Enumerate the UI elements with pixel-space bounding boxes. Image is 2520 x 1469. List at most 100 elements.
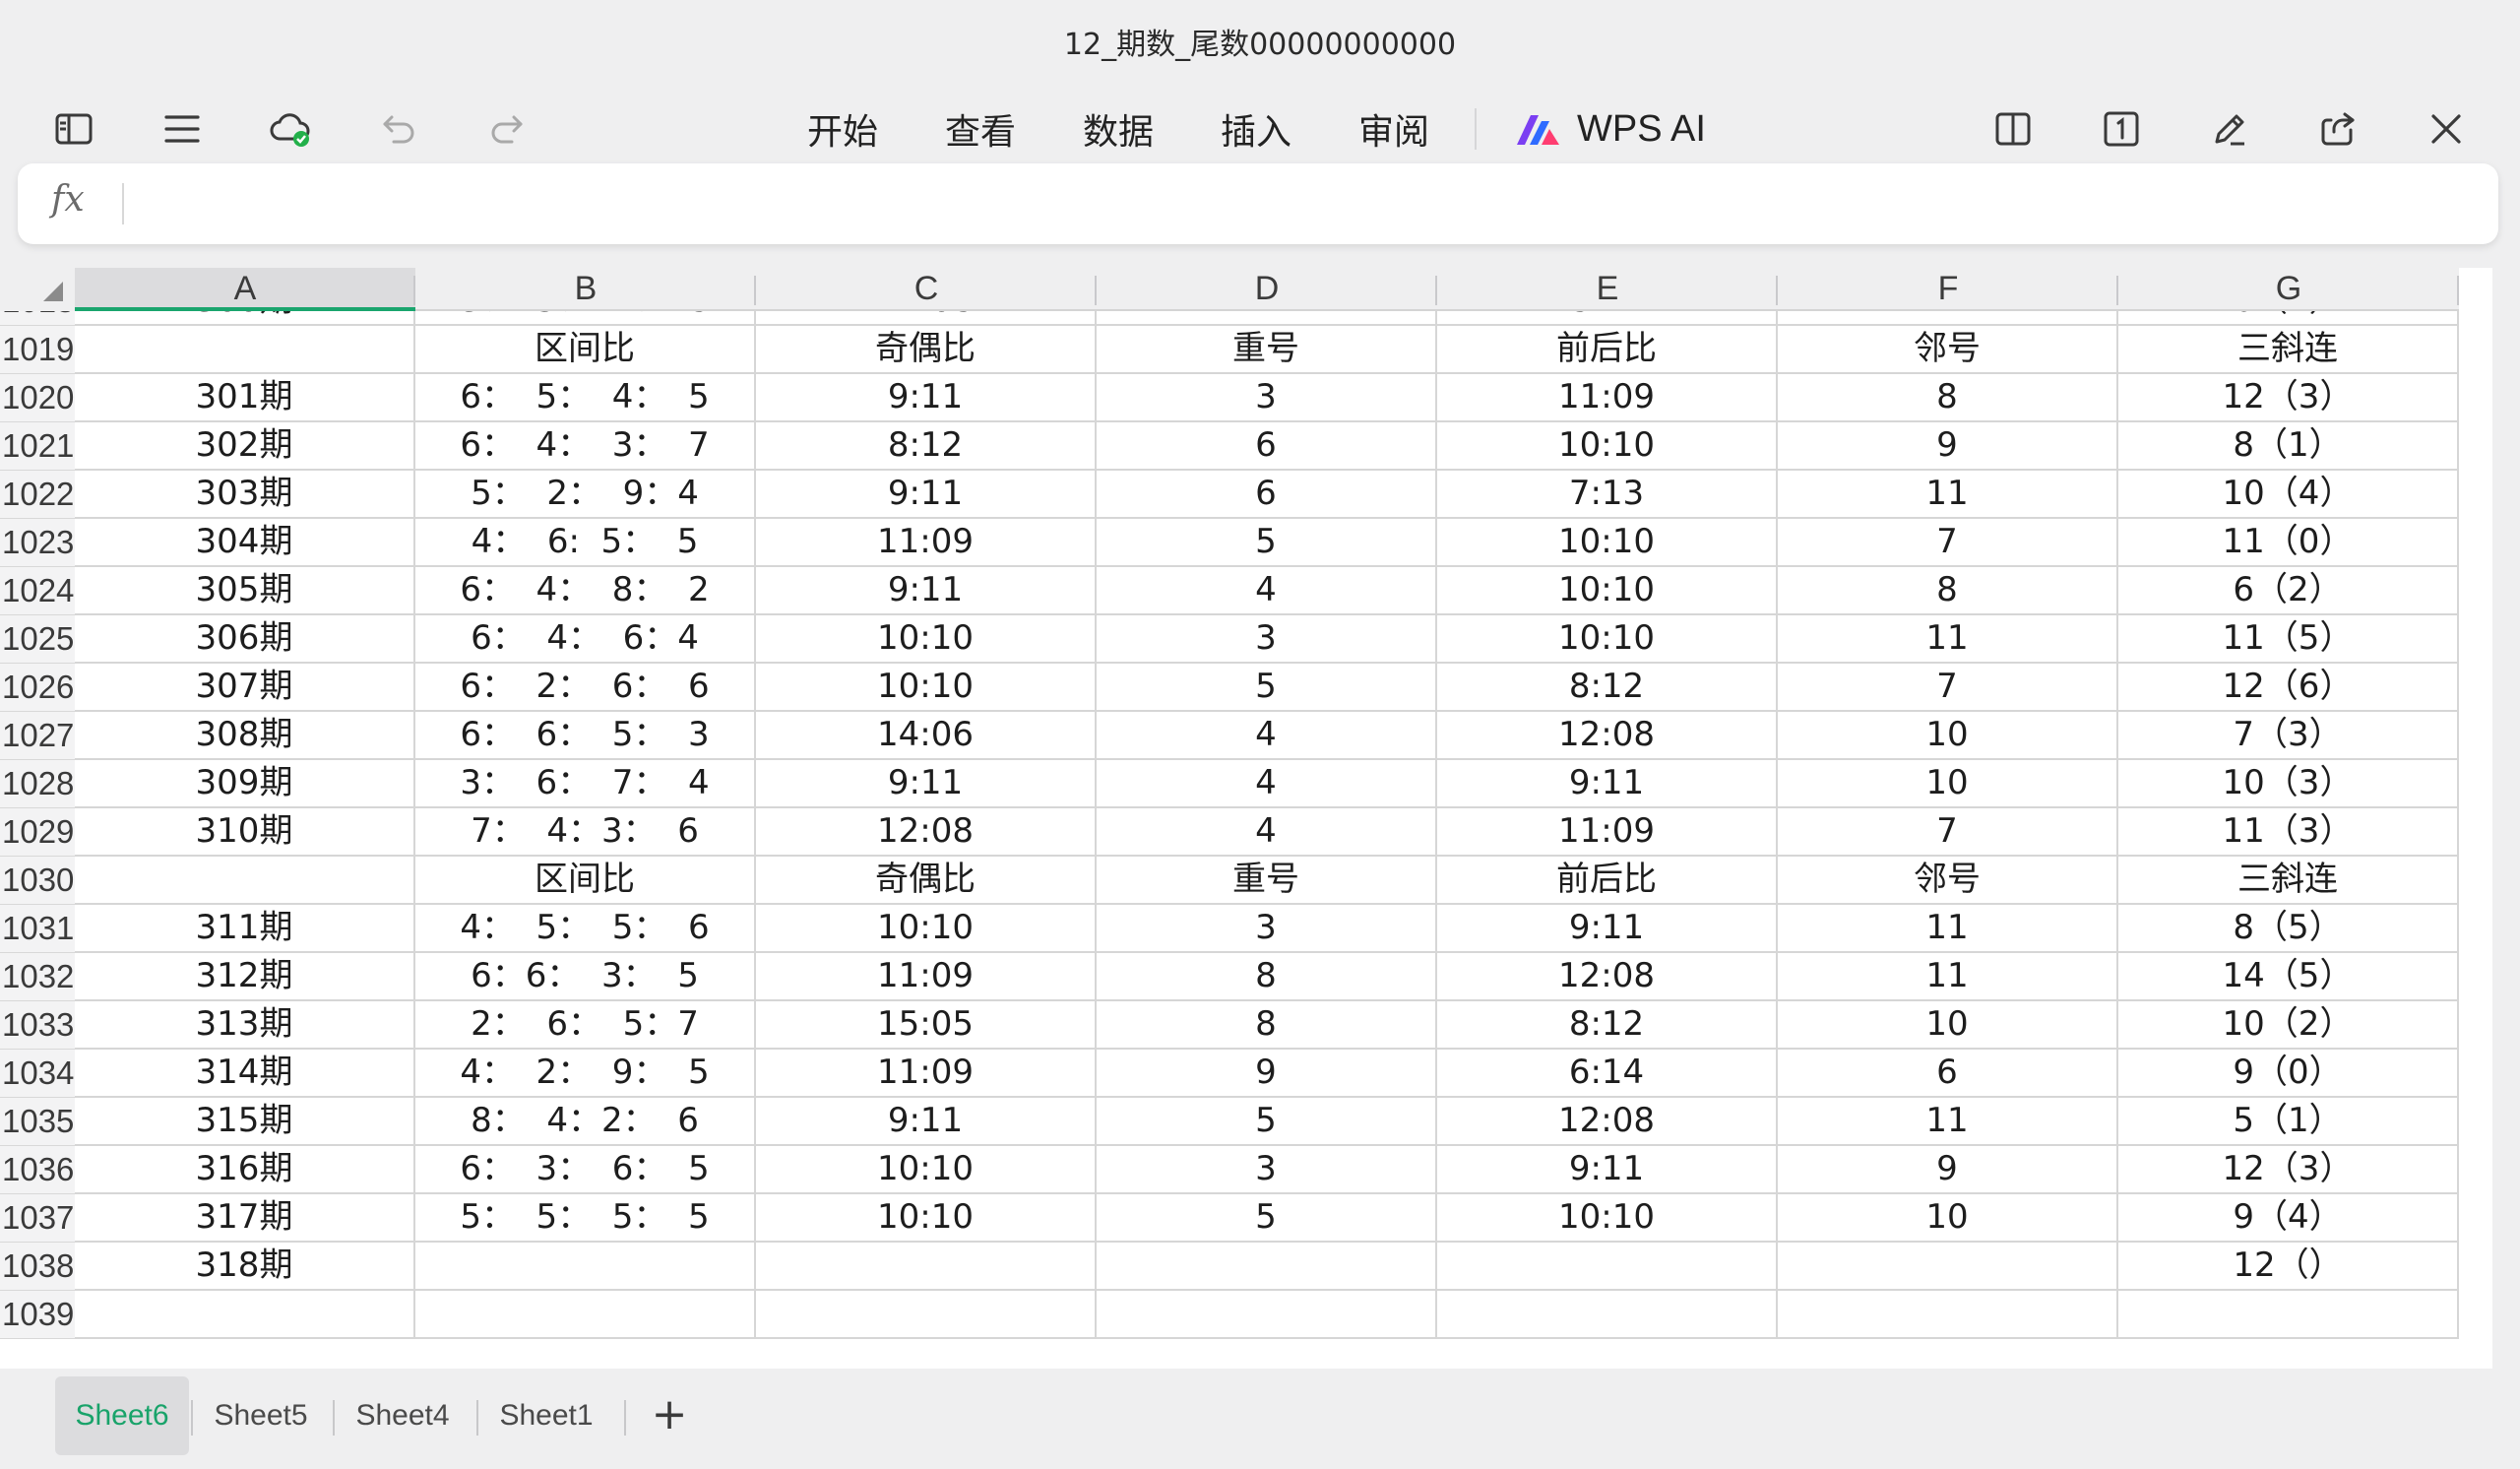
cell-f[interactable]: 10 (1778, 1194, 2118, 1243)
cell-f[interactable]: 10 (1778, 760, 2118, 808)
cell-a[interactable]: 303期 (75, 471, 415, 519)
cell-e[interactable]: 7:13 (1437, 471, 1778, 519)
row-header[interactable]: 1036 (0, 1146, 75, 1194)
cell-a[interactable]: 309期 (75, 760, 415, 808)
cell-a[interactable]: 315期 (75, 1098, 415, 1146)
menu-review[interactable]: 审阅 (1358, 95, 1429, 163)
cell-c[interactable]: 10:10 (756, 615, 1097, 664)
cell-b[interactable]: 6：6： 3： 5 (415, 953, 756, 1001)
cell-f[interactable]: 邻号 (1778, 326, 2118, 374)
cell-c[interactable]: 奇偶比 (756, 857, 1097, 905)
cell-g[interactable]: 7（3） (2118, 712, 2459, 760)
cell-b[interactable]: 8： 4：2： 6 (415, 1098, 756, 1146)
column-header-c[interactable]: C (756, 268, 1097, 311)
undo-icon[interactable] (364, 95, 433, 163)
close-icon[interactable] (2412, 95, 2481, 163)
cell-b[interactable]: 区间比 (415, 326, 756, 374)
cell-a[interactable]: 301期 (75, 374, 415, 422)
cell-e[interactable] (1437, 1291, 1778, 1339)
cell-c[interactable]: 9:11 (756, 471, 1097, 519)
sheet-tab-sheet5[interactable]: Sheet5 (197, 1376, 325, 1455)
row-header[interactable]: 1034 (0, 1050, 75, 1098)
cell-d[interactable] (1097, 1243, 1437, 1291)
cell-e[interactable]: 9:11 (1437, 1146, 1778, 1194)
cell-d[interactable]: 9 (1097, 1050, 1437, 1098)
row-header[interactable]: 1037 (0, 1194, 75, 1243)
cell-f[interactable] (1778, 1291, 2118, 1339)
row-header[interactable]: 1019 (0, 326, 75, 374)
cell-g[interactable]: 9（4） (2118, 1194, 2459, 1243)
cell-d[interactable]: 3 (1097, 615, 1437, 664)
cell-b[interactable]: 4： 6: 5： 5 (415, 519, 756, 567)
formula-bar[interactable]: fx (18, 163, 2498, 244)
cell-b[interactable]: 2： 6： 5：7 (415, 1001, 756, 1050)
cell-a[interactable]: 305期 (75, 567, 415, 615)
cell-c[interactable]: 10:10 (756, 905, 1097, 953)
cell-a[interactable]: 317期 (75, 1194, 415, 1243)
cell-g[interactable]: 12（3） (2118, 374, 2459, 422)
spreadsheet-grid[interactable]: 1018300期3： 5： 4： 812:0878:12116（2）1019区间… (0, 268, 2492, 1369)
cell-d[interactable]: 3 (1097, 905, 1437, 953)
row-header[interactable]: 1039 (0, 1291, 75, 1339)
cell-a[interactable]: 306期 (75, 615, 415, 664)
column-header-e[interactable]: E (1437, 268, 1778, 311)
edit-pen-icon[interactable] (2195, 95, 2264, 163)
menu-icon[interactable] (148, 95, 217, 163)
cell-b[interactable] (415, 1291, 756, 1339)
cell-f[interactable]: 10 (1778, 1001, 2118, 1050)
cell-f[interactable]: 8 (1778, 567, 2118, 615)
cell-a[interactable] (75, 1291, 415, 1339)
cell-c[interactable]: 10:10 (756, 1146, 1097, 1194)
column-resize-handle[interactable] (2457, 276, 2459, 305)
cell-g[interactable] (2118, 1291, 2459, 1339)
cell-a[interactable]: 318期 (75, 1243, 415, 1291)
cell-d[interactable]: 4 (1097, 760, 1437, 808)
split-view-icon[interactable] (1979, 95, 2048, 163)
cell-c[interactable]: 12:08 (756, 808, 1097, 857)
cell-g[interactable]: 11（0） (2118, 519, 2459, 567)
cell-e[interactable] (1437, 1243, 1778, 1291)
cell-a[interactable]: 304期 (75, 519, 415, 567)
cell-d[interactable]: 6 (1097, 422, 1437, 471)
row-header[interactable]: 1027 (0, 712, 75, 760)
row-header[interactable]: 1023 (0, 519, 75, 567)
cell-g[interactable]: 三斜连 (2118, 326, 2459, 374)
cell-b[interactable]: 5： 5： 5： 5 (415, 1194, 756, 1243)
cell-d[interactable]: 5 (1097, 664, 1437, 712)
cell-a[interactable]: 313期 (75, 1001, 415, 1050)
cell-b[interactable] (415, 1243, 756, 1291)
share-icon[interactable] (2303, 95, 2372, 163)
cell-b[interactable]: 7： 4：3： 6 (415, 808, 756, 857)
cell-d[interactable]: 5 (1097, 1098, 1437, 1146)
cell-e[interactable]: 11:09 (1437, 374, 1778, 422)
cell-b[interactable]: 6： 6： 5： 3 (415, 712, 756, 760)
cell-c[interactable]: 15:05 (756, 1001, 1097, 1050)
row-header[interactable]: 1021 (0, 422, 75, 471)
cell-e[interactable]: 11:09 (1437, 808, 1778, 857)
row-header[interactable]: 1038 (0, 1243, 75, 1291)
cell-g[interactable]: 12（6） (2118, 664, 2459, 712)
cell-b[interactable]: 区间比 (415, 857, 756, 905)
cell-e[interactable]: 12:08 (1437, 953, 1778, 1001)
cell-f[interactable]: 8 (1778, 374, 2118, 422)
cell-c[interactable]: 10:10 (756, 664, 1097, 712)
cell-f[interactable]: 邻号 (1778, 857, 2118, 905)
cell-e[interactable]: 前后比 (1437, 857, 1778, 905)
cell-e[interactable]: 10:10 (1437, 567, 1778, 615)
cell-a[interactable]: 307期 (75, 664, 415, 712)
cell-b[interactable]: 5： 2： 9：4 (415, 471, 756, 519)
column-header-d[interactable]: D (1097, 268, 1437, 311)
cell-e[interactable]: 12:08 (1437, 1098, 1778, 1146)
cell-g[interactable]: 6（2） (2118, 567, 2459, 615)
cell-e[interactable]: 12:08 (1437, 712, 1778, 760)
cell-e[interactable]: 10:10 (1437, 615, 1778, 664)
cell-c[interactable]: 9:11 (756, 567, 1097, 615)
cell-c[interactable]: 11:09 (756, 953, 1097, 1001)
row-header[interactable]: 1030 (0, 857, 75, 905)
select-all-corner[interactable] (0, 268, 75, 311)
cell-d[interactable]: 3 (1097, 1146, 1437, 1194)
sheet-tab-sheet1[interactable]: Sheet1 (482, 1376, 610, 1455)
page-count-icon[interactable] (2087, 95, 2156, 163)
cell-b[interactable]: 6： 5： 4： 5 (415, 374, 756, 422)
cell-f[interactable]: 7 (1778, 664, 2118, 712)
